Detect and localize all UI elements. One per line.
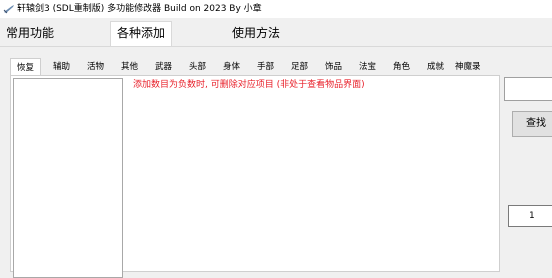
subtab-living[interactable]: 活物 [84, 60, 107, 75]
quantity-input[interactable]: 1 [508, 205, 552, 227]
subtab-character[interactable]: 角色 [390, 60, 413, 75]
subtab-body[interactable]: 身体 [220, 60, 243, 75]
subtab-foot[interactable]: 足部 [288, 60, 311, 75]
subtab-head[interactable]: 头部 [186, 60, 209, 75]
item-list[interactable] [13, 78, 123, 278]
tab-usage[interactable]: 使用方法 [229, 22, 283, 44]
subtab-achievement[interactable]: 成就 [424, 60, 447, 75]
subtab-auxiliary[interactable]: 辅助 [50, 60, 73, 75]
search-button[interactable]: 查找 [512, 111, 552, 137]
sub-tab-bar: 恢复 辅助 活物 其他 武器 头部 身体 手部 足部 饰品 法宝 角色 成就 神… [10, 58, 500, 77]
subtab-hand[interactable]: 手部 [254, 60, 277, 75]
subtab-other[interactable]: 其他 [118, 60, 141, 75]
main-tab-bar: 常用功能 各种添加 使用方法 [0, 18, 552, 47]
subtab-accessory[interactable]: 饰品 [322, 60, 345, 75]
tab-common-functions[interactable]: 常用功能 [3, 22, 57, 44]
search-input[interactable] [504, 77, 552, 101]
subtab-demon-record[interactable]: 神魔录 [452, 60, 484, 75]
delete-hint: 添加数目为负数时, 可删除对应项目 (非处于查看物品界面) [133, 80, 365, 90]
window-title: 轩辕剑3 (SDL重制版) 多功能修改器 Build on 2023 By 小章 [17, 4, 262, 14]
tab-content-panel [10, 75, 500, 278]
tab-various-add[interactable]: 各种添加 [110, 21, 173, 46]
title-bar: 轩辕剑3 (SDL重制版) 多功能修改器 Build on 2023 By 小章 [0, 0, 552, 18]
subtab-treasure[interactable]: 法宝 [356, 60, 379, 75]
subtab-weapon[interactable]: 武器 [152, 60, 175, 75]
sword-icon [3, 5, 14, 14]
